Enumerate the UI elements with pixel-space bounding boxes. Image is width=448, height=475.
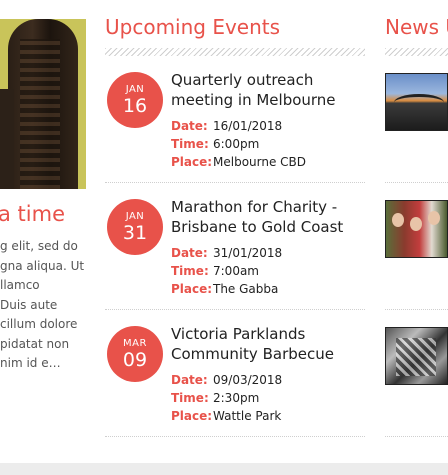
news-thumbnail[interactable] <box>385 200 448 258</box>
date-label: Date: <box>171 119 208 133</box>
place-value: The Gabba <box>213 282 279 296</box>
tower-texture <box>20 39 60 189</box>
time-value: 7:00am <box>213 264 259 278</box>
person-shape <box>428 211 440 225</box>
excerpt-line: gna aliqua. Ut <box>0 258 85 273</box>
event-title-line: Quarterly outreach <box>171 71 314 89</box>
event-time-row: Time: 6:00pm <box>171 135 259 153</box>
heading-hatch-divider <box>385 48 448 56</box>
news-heading: News U <box>385 15 448 39</box>
date-value: 09/03/2018 <box>213 373 283 387</box>
news-divider <box>385 309 448 310</box>
news-divider <box>385 436 448 437</box>
date-badge: JAN 16 <box>107 72 163 128</box>
event-title-line: meeting in Melbourne <box>171 91 336 109</box>
event-divider <box>105 309 365 310</box>
news-section: News U <box>385 0 448 475</box>
date-month: JAN <box>125 84 145 95</box>
excerpt-line: pidatat non <box>0 336 70 351</box>
featured-excerpt: g elit, sed do gna aliqua. Ut llamco Dui… <box>0 237 86 374</box>
time-value: 2:30pm <box>213 391 260 405</box>
event-time-row: Time: 2:30pm <box>171 389 259 407</box>
featured-image[interactable] <box>0 19 86 189</box>
place-label: Place: <box>171 155 213 169</box>
photo-texture <box>396 338 436 376</box>
excerpt-line: cillum dolore <box>0 317 78 331</box>
event-divider <box>105 436 365 437</box>
left-column: a time g elit, sed do gna aliqua. Ut lla… <box>0 0 86 475</box>
date-day: 16 <box>122 95 148 117</box>
person-shape <box>392 213 404 227</box>
date-day: 09 <box>122 349 148 371</box>
heading-hatch-divider <box>105 48 365 56</box>
date-label: Date: <box>171 246 208 260</box>
event-title-line: Brisbane to Gold Coast <box>171 218 344 236</box>
event-place-row: Place:Melbourne CBD <box>171 153 306 171</box>
place-value: Melbourne CBD <box>213 155 307 169</box>
event-date-row: Date: 31/01/2018 <box>171 244 282 262</box>
excerpt-line: nim id e… <box>0 356 61 370</box>
event-title-line: Marathon for Charity - <box>171 198 338 216</box>
excerpt-line: Duis aute <box>0 297 58 312</box>
footer-strip <box>0 463 448 475</box>
date-value: 16/01/2018 <box>213 119 283 133</box>
news-thumbnail[interactable] <box>385 327 448 385</box>
date-badge: MAR 09 <box>107 326 163 382</box>
news-divider <box>385 182 448 183</box>
event-divider <box>105 182 365 183</box>
event-place-row: Place:The Gabba <box>171 280 278 298</box>
excerpt-line: llamco <box>0 278 40 292</box>
time-label: Time: <box>171 264 209 278</box>
time-value: 6:00pm <box>213 137 260 151</box>
excerpt-line: g elit, sed do <box>0 239 78 253</box>
time-label: Time: <box>171 137 209 151</box>
event-title-line: Victoria Parklands <box>171 325 306 343</box>
upcoming-events-heading: Upcoming Events <box>105 15 281 39</box>
place-value: Wattle Park <box>213 409 282 423</box>
news-thumbnail[interactable] <box>385 73 448 131</box>
tower-side <box>0 89 14 189</box>
featured-title[interactable]: a time <box>0 202 65 226</box>
event-time-row: Time: 7:00am <box>171 262 259 280</box>
event-title-line: Community Barbecue <box>171 345 334 363</box>
place-label: Place: <box>171 282 213 296</box>
date-badge: JAN 31 <box>107 199 163 255</box>
time-label: Time: <box>171 391 209 405</box>
person-shape <box>410 217 422 231</box>
event-place-row: Place:Wattle Park <box>171 407 281 425</box>
event-title-link[interactable]: Quarterly outreach meeting in Melbourne <box>171 70 361 110</box>
date-day: 31 <box>122 222 148 244</box>
place-label: Place: <box>171 409 213 423</box>
date-value: 31/01/2018 <box>213 246 283 260</box>
date-label: Date: <box>171 373 208 387</box>
date-month: JAN <box>125 211 145 222</box>
event-date-row: Date: 09/03/2018 <box>171 371 282 389</box>
event-title-link[interactable]: Marathon for Charity - Brisbane to Gold … <box>171 197 361 237</box>
bridge-shape <box>394 94 444 111</box>
date-month: MAR <box>123 338 147 349</box>
event-title-link[interactable]: Victoria Parklands Community Barbecue <box>171 324 361 364</box>
event-date-row: Date: 16/01/2018 <box>171 117 282 135</box>
